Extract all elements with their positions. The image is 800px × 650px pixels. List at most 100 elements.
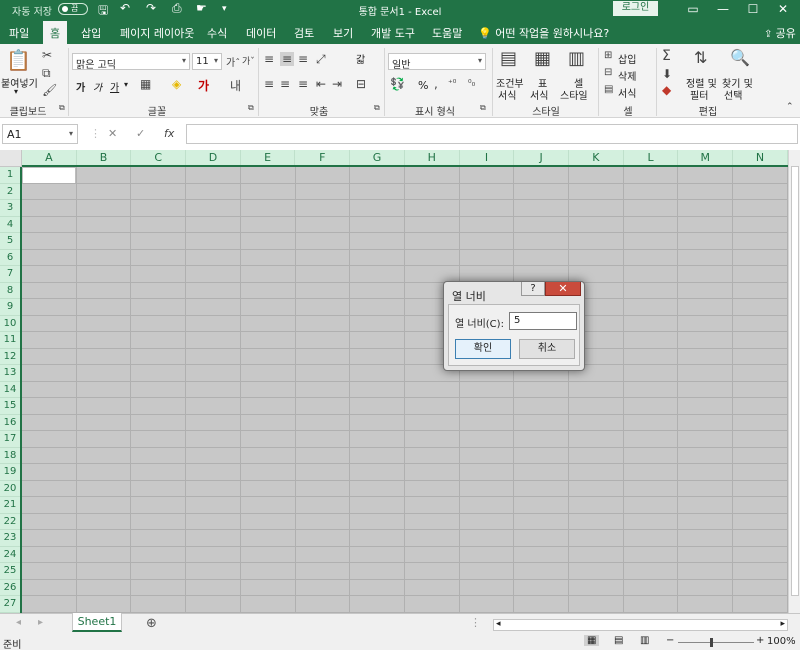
column-header[interactable]: N [733,150,788,165]
column-header[interactable]: G [350,150,405,165]
maximize-icon[interactable]: ☐ [738,0,768,19]
conditional-format-button-line2[interactable]: 서식 [498,87,516,102]
row-header[interactable]: 24 [0,547,20,563]
row-header[interactable]: 12 [0,349,20,365]
tab-help[interactable]: 도움말 [432,25,462,41]
align-center-icon[interactable]: ≡ [280,77,290,91]
font-launcher-icon[interactable]: ⧉ [248,103,254,113]
format-painter-icon[interactable]: 🖌 [42,83,57,97]
row-header[interactable]: 23 [0,530,20,547]
row-header[interactable]: 1 [0,167,20,184]
row-header[interactable]: 17 [0,431,20,448]
increase-indent-icon[interactable]: ⇥ [332,77,342,91]
help-button[interactable]: ? [521,282,545,296]
column-header[interactable]: M [678,150,734,165]
add-sheet-icon[interactable]: ⊕ [146,616,157,631]
scrollbar-thumb[interactable] [791,166,799,596]
sort-filter-button-line2[interactable]: 필터 [690,87,708,102]
tab-formulas[interactable]: 수식 [207,25,227,41]
column-header[interactable]: B [77,150,132,165]
ok-button[interactable]: 확인 [455,339,511,359]
zoom-slider[interactable] [678,642,754,643]
comma-icon[interactable]: , [434,77,438,91]
column-header[interactable]: L [624,150,679,165]
decrease-decimal-icon[interactable]: ⁰₀ [468,79,475,89]
column-header[interactable]: J [514,150,569,165]
decrease-indent-icon[interactable]: ⇤ [316,77,326,91]
align-right-icon[interactable]: ≡ [298,77,308,91]
cell-area[interactable] [22,167,788,613]
next-sheet-icon[interactable]: ▸ [38,617,43,628]
align-middle-icon[interactable]: ≡ [280,52,294,66]
format-cells-button[interactable]: 서식 [618,85,636,100]
row-header[interactable]: 3 [0,200,20,217]
zoom-out-icon[interactable]: − [666,635,674,646]
tab-review[interactable]: 검토 [294,25,314,41]
number-launcher-icon[interactable]: ⧉ [480,103,486,113]
horizontal-scrollbar[interactable]: ◂ ▸ [493,619,788,631]
cell-styles-icon[interactable]: ▥ [568,48,585,69]
dialog-close-button[interactable]: ✕ [545,282,581,296]
wrap-text-button[interactable]: 갋 [356,51,365,66]
sort-filter-icon[interactable]: ⇅ [694,48,707,67]
row-header[interactable]: 2 [0,184,20,200]
format-cells-icon[interactable]: ▤ [604,84,613,95]
increase-font-icon[interactable]: 가ˆ [226,54,240,69]
find-select-icon[interactable]: 🔍 [730,48,750,67]
tab-file[interactable]: 파일 [9,25,29,41]
login-button[interactable]: 로그인 [613,1,658,16]
clipboard-launcher-icon[interactable]: ⧉ [59,103,65,113]
percent-button[interactable]: % [418,79,428,92]
share-button[interactable]: ⇪ 공유 [764,25,796,41]
conditional-format-icon[interactable]: ▤ [500,48,517,69]
tab-data[interactable]: 데이터 [246,25,276,41]
formula-input[interactable] [186,124,798,144]
underline-button[interactable]: 가 [110,79,119,94]
ribbon-display-icon[interactable]: ▭ [678,0,708,19]
align-bottom-icon[interactable]: ≡ [298,52,308,66]
normal-view-icon[interactable]: ▦ [584,635,600,646]
find-select-button-line2[interactable]: 선택 [724,87,742,102]
format-as-table-icon[interactable]: ▦ [534,48,551,69]
row-header[interactable]: 9 [0,299,20,316]
column-header[interactable]: I [460,150,515,165]
delete-cells-icon[interactable]: ⊟ [604,67,612,78]
orientation-icon[interactable]: ⤢ [316,52,326,67]
zoom-slider-thumb[interactable] [710,638,713,647]
row-header[interactable]: 6 [0,250,20,266]
fill-color-icon[interactable]: ◈ [172,77,181,91]
cancel-formula-button[interactable]: ✕ [108,127,117,140]
row-header[interactable]: 11 [0,332,20,349]
row-header[interactable]: 19 [0,464,20,481]
phonetic-icon[interactable]: 내 [230,77,241,94]
decrease-font-icon[interactable]: 가ˇ [242,54,255,67]
row-header[interactable]: 14 [0,382,20,398]
scroll-left-icon[interactable]: ◂ [496,619,501,629]
row-header[interactable]: 5 [0,233,20,250]
sheet-tab-sheet1[interactable]: Sheet1 [72,613,122,632]
close-icon[interactable]: ✕ [768,0,798,19]
prev-sheet-icon[interactable]: ◂ [16,617,21,628]
select-all-button[interactable] [0,150,22,167]
row-header[interactable]: 27 [0,596,20,613]
italic-button[interactable]: 가 [93,79,102,94]
insert-function-button[interactable]: fx [164,127,174,140]
row-header[interactable]: 4 [0,217,20,233]
tab-home[interactable]: 홈 [43,21,68,44]
active-cell[interactable] [22,167,76,184]
copy-icon[interactable]: ⧉ [42,66,51,81]
insert-cells-button[interactable]: 삽입 [618,51,636,66]
align-top-icon[interactable]: ≡ [264,52,274,66]
column-header[interactable]: C [131,150,187,165]
font-color-icon[interactable]: 가 [198,77,209,94]
enter-formula-button[interactable]: ✓ [136,127,145,140]
cell-styles-button-line2[interactable]: 스타일 [560,87,588,102]
delete-cells-button[interactable]: 삭제 [618,68,636,83]
page-break-view-icon[interactable]: ▥ [640,635,649,646]
paste-dropdown-icon[interactable]: ▾ [14,87,18,96]
row-header[interactable]: 20 [0,481,20,497]
fill-icon[interactable]: ⬇ [662,67,672,81]
border-icon[interactable]: ▦ [140,77,151,91]
page-layout-view-icon[interactable]: ▤ [614,635,623,646]
column-header[interactable]: A [22,150,77,165]
